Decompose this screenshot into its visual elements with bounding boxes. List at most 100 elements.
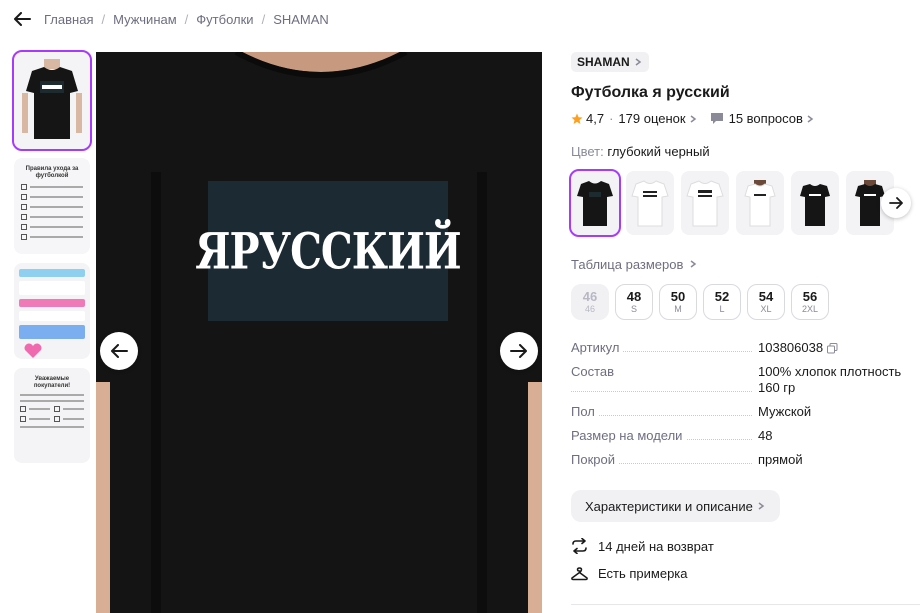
- spec-row-cut: Покрой прямой: [571, 452, 920, 468]
- size-table-link[interactable]: Таблица размеров: [571, 257, 920, 272]
- color-label: Цвет: глубокий черный: [571, 144, 920, 159]
- spec-key: Размер на модели: [571, 428, 687, 444]
- spec-value-article: 103806038: [758, 340, 824, 355]
- spec-value: 100% хлопок плотность 160 гр: [758, 364, 902, 395]
- rating-value: 4,7: [586, 111, 605, 126]
- tshirt-swatch-image: [577, 181, 613, 226]
- returns-info: 14 дней на возврат: [571, 538, 920, 554]
- breadcrumb-men[interactable]: Мужчинам: [113, 12, 177, 27]
- divider: [571, 604, 920, 605]
- care-rules-title: Правила ухода за футболкой: [25, 166, 79, 179]
- thumbnail-notice[interactable]: Уважаемые покупатели!: [14, 368, 90, 463]
- size-option-50[interactable]: 50 M: [659, 284, 697, 320]
- spec-row-article: Артикул 103806038: [571, 340, 920, 356]
- breadcrumb-brand[interactable]: SHAMAN: [273, 12, 329, 27]
- dot-separator: ·: [609, 111, 614, 126]
- spec-row-model-size: Размер на модели 48: [571, 428, 920, 444]
- size-table-label: Таблица размеров: [571, 257, 684, 272]
- swatch-white-tshirt-women[interactable]: [736, 171, 784, 235]
- product-info-panel: SHAMAN Футболка я русский 4,7 · 179 оцен…: [569, 52, 920, 581]
- breadcrumb-separator: /: [101, 11, 106, 27]
- tshirt-swatch-image: [686, 180, 724, 227]
- notice-title: Уважаемые покупатели!: [33, 376, 71, 389]
- star-icon: [571, 113, 583, 124]
- color-key: Цвет:: [571, 144, 604, 159]
- breadcrumb-separator: /: [184, 11, 189, 27]
- swatch-black-tshirt-women[interactable]: [791, 171, 839, 235]
- reviews-link[interactable]: 179 оценок: [618, 111, 685, 126]
- chevron-right-icon: [758, 502, 765, 510]
- size-option-48[interactable]: 48 S: [615, 284, 653, 320]
- tshirt-swatch-image: [744, 180, 776, 227]
- brand-name: SHAMAN: [577, 55, 630, 69]
- print-text: ЯРУССКИЙ: [195, 221, 461, 281]
- characteristics-button[interactable]: Характеристики и описание: [571, 490, 780, 522]
- spec-row-composition: Состав 100% хлопок плотность 160 гр: [571, 364, 920, 396]
- arrow-left-icon: [14, 12, 31, 26]
- size-option-52[interactable]: 52 L: [703, 284, 741, 320]
- arrow-right-icon: [510, 344, 527, 358]
- back-button[interactable]: [0, 0, 44, 38]
- size-option-54[interactable]: 54 XL: [747, 284, 785, 320]
- spec-key: Состав: [571, 364, 619, 380]
- prev-image-button[interactable]: [100, 332, 138, 370]
- size-letter: 46: [584, 303, 595, 314]
- spec-value: 48: [758, 428, 773, 443]
- swatch-white-tshirt-2[interactable]: [681, 171, 729, 235]
- question-bubble-icon: [710, 113, 723, 124]
- chevron-right-icon: [635, 58, 641, 66]
- thumbnail-care-rules[interactable]: Правила ухода за футболкой: [14, 158, 90, 254]
- chevron-right-icon: [807, 114, 814, 123]
- size-letter: L: [719, 303, 725, 314]
- specs-list: Артикул 103806038 Состав 100% хлопок пло…: [571, 340, 920, 468]
- spec-key: Пол: [571, 404, 599, 420]
- breadcrumb: Главная / Мужчинам / Футболки / SHAMAN: [0, 0, 920, 38]
- tshirt-swatch-image: [631, 180, 669, 227]
- chevron-right-icon: [690, 114, 696, 123]
- size-option-46[interactable]: 46 46: [571, 284, 609, 320]
- swatches-next-button[interactable]: [881, 188, 911, 218]
- thumbnail-tshirt-front[interactable]: [12, 50, 92, 151]
- color-value: глубокий черный: [607, 144, 710, 159]
- size-option-56[interactable]: 56 2XL: [791, 284, 829, 320]
- fitting-info: Есть примерка: [571, 566, 920, 581]
- copy-icon[interactable]: [827, 342, 838, 354]
- size-selector: 46 46 48 S 50 M 52 L 54 XL 56 2XL: [571, 284, 920, 320]
- size-number: 56: [802, 288, 818, 304]
- main-product-image[interactable]: ЯРУССКИЙ: [96, 52, 542, 613]
- size-letter: M: [674, 303, 682, 314]
- chevron-right-icon: [690, 260, 697, 268]
- spec-key: Покрой: [571, 452, 619, 468]
- size-number: 46: [582, 288, 598, 304]
- spec-value: Мужской: [758, 404, 812, 419]
- size-letter: XL: [760, 303, 772, 314]
- breadcrumb-tshirts[interactable]: Футболки: [196, 12, 253, 27]
- size-number: 50: [670, 288, 686, 304]
- next-image-button[interactable]: [500, 332, 538, 370]
- size-letter: S: [630, 303, 637, 314]
- hanger-icon: [571, 566, 588, 580]
- swatch-white-tshirt-1[interactable]: [626, 171, 674, 235]
- size-number: 54: [758, 288, 774, 304]
- breadcrumb-home[interactable]: Главная: [44, 12, 93, 27]
- thumbnail-list: Правила ухода за футболкой Уважаемые пок…: [12, 50, 92, 472]
- tshirt-thumbnail-image: [22, 58, 82, 139]
- brand-link[interactable]: SHAMAN: [571, 52, 649, 72]
- spec-key: Артикул: [571, 340, 624, 356]
- product-title: Футболка я русский: [571, 84, 730, 101]
- swatch-black-tshirt[interactable]: [569, 169, 621, 237]
- size-number: 52: [714, 288, 730, 304]
- size-letter: 2XL: [801, 303, 818, 314]
- returns-text: 14 дней на возврат: [598, 538, 714, 554]
- characteristics-label: Характеристики и описание: [585, 498, 753, 514]
- thumbnail-buyer-info[interactable]: [14, 263, 90, 359]
- arrow-right-icon: [889, 197, 903, 209]
- heart-icon: [24, 343, 42, 358]
- spec-row-gender: Пол Мужской: [571, 404, 920, 420]
- breadcrumb-separator: /: [261, 11, 266, 27]
- fitting-text: Есть примерка: [598, 566, 688, 581]
- tshirt-swatch-image: [800, 184, 830, 226]
- return-arrows-icon: [572, 538, 587, 554]
- questions-link[interactable]: 15 вопросов: [729, 111, 803, 126]
- arrow-left-icon: [111, 344, 128, 358]
